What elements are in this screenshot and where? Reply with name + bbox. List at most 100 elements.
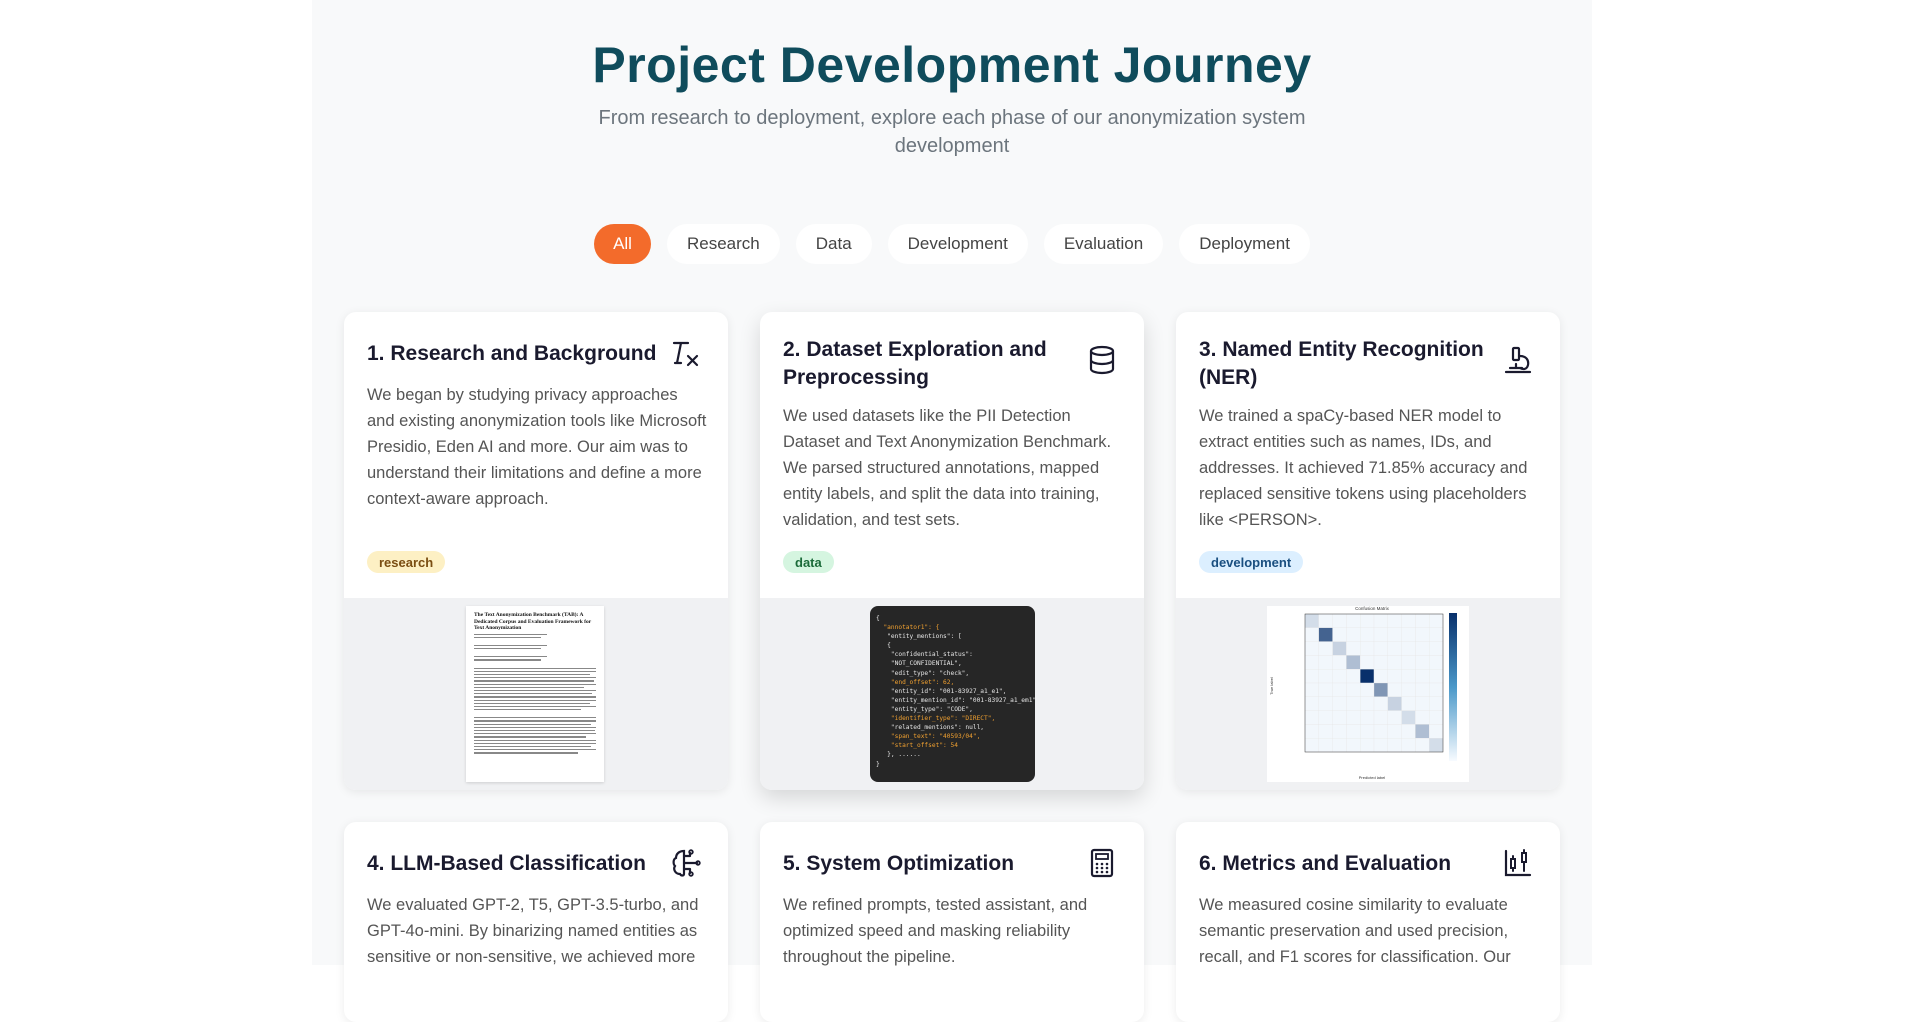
- code-line: "span_text": "40593/04",: [890, 733, 981, 741]
- tag-development[interactable]: development: [1199, 551, 1304, 573]
- paper-text-line: [474, 733, 596, 735]
- paper-text-line: [474, 723, 592, 725]
- matrix-cell: [1373, 641, 1388, 656]
- matrix-cell: [1332, 682, 1347, 697]
- matrix-cell: [1304, 613, 1319, 628]
- matrix-cell: [1360, 682, 1375, 697]
- code-line: "start_offset": 54: [890, 742, 958, 750]
- tag-research[interactable]: research: [367, 551, 446, 573]
- paper-text-line: [474, 726, 596, 728]
- matrix-cell: [1401, 682, 1416, 697]
- code-line: "entity_type": "CODE",: [890, 705, 973, 713]
- matrix-cell: [1429, 627, 1444, 642]
- matrix-cell: [1304, 724, 1319, 739]
- matrix-cell: [1415, 738, 1430, 753]
- matrix-title: Confusion Matrix: [1355, 606, 1390, 611]
- card-metrics-evaluation[interactable]: 6. Metrics and Evaluation We measured co…: [1176, 822, 1560, 1022]
- matrix-cell: [1373, 669, 1388, 684]
- paper-text-line: [474, 677, 596, 679]
- card-research-background[interactable]: 1. Research and Background We began by s…: [344, 312, 728, 790]
- matrix-cell: [1373, 710, 1388, 725]
- calculator-icon: [1090, 848, 1114, 878]
- paper-text-line: [474, 720, 596, 722]
- filter-evaluation[interactable]: Evaluation: [1043, 224, 1164, 264]
- filter-research[interactable]: Research: [666, 224, 780, 264]
- matrix-cell: [1401, 724, 1416, 739]
- matrix-cell: [1401, 738, 1416, 753]
- matrix-cell: [1332, 724, 1347, 739]
- card-dataset-exploration[interactable]: 2. Dataset Exploration and Preprocessing…: [760, 312, 1144, 790]
- code-line: {: [876, 615, 880, 622]
- card-description: We began by studying privacy approaches …: [367, 386, 707, 508]
- journey-section: Project Development Journey From researc…: [312, 0, 1592, 1022]
- paper-text-line: [474, 709, 582, 711]
- matrix-cell: [1360, 655, 1375, 670]
- tag-data[interactable]: data: [783, 551, 834, 573]
- colorbar: [1449, 613, 1457, 761]
- matrix-cell: [1304, 627, 1319, 642]
- matrix-cells: [1304, 613, 1444, 753]
- paper-text-line: [474, 683, 596, 685]
- matrix-cell: [1318, 696, 1333, 711]
- matrix-cell: [1373, 696, 1388, 711]
- matrix-cell: [1415, 682, 1430, 697]
- matrix-cell: [1387, 682, 1402, 697]
- matrix-xlabel: Predicted label: [1359, 775, 1386, 780]
- paper-text-line: [474, 670, 596, 672]
- matrix-cell: [1346, 682, 1361, 697]
- matrix-cell: [1387, 724, 1402, 739]
- paper-text-line: [474, 680, 594, 682]
- matrix-cell: [1346, 613, 1361, 628]
- matrix-cell: [1346, 710, 1361, 725]
- card-description: We evaluated GPT-2, T5, GPT-3.5-turbo, a…: [367, 896, 699, 966]
- code-line: "end_offset": 62,: [890, 678, 955, 686]
- card-title: 5. System Optimization: [783, 852, 1015, 875]
- matrix-cell: [1318, 738, 1333, 753]
- card-title: 2. Dataset Exploration and Preprocessing: [783, 338, 1047, 389]
- matrix-cell: [1387, 613, 1402, 628]
- paper-text-line: [474, 648, 542, 650]
- filter-data[interactable]: Data: [795, 224, 872, 264]
- matrix-cell: [1318, 710, 1333, 725]
- matrix-cell: [1429, 682, 1444, 697]
- filter-bar: All Research Data Development Evaluation…: [312, 224, 1592, 264]
- card-system-optimization[interactable]: 5. System Optimization We refined prompt…: [760, 822, 1144, 1022]
- matrix-cell: [1346, 738, 1361, 753]
- matrix-cell: [1373, 724, 1388, 739]
- paper-text-line: [474, 693, 593, 695]
- matrix-cell: [1332, 641, 1347, 656]
- matrix-cell: [1304, 696, 1319, 711]
- matrix-cell: [1429, 710, 1444, 725]
- code-line: }, ......: [887, 751, 921, 759]
- filter-all[interactable]: All: [594, 224, 651, 264]
- matrix-cell: [1318, 682, 1333, 697]
- paper-text-line: [474, 667, 596, 669]
- filter-deployment[interactable]: Deployment: [1179, 224, 1310, 264]
- card-description: We measured cosine similarity to evaluat…: [1199, 896, 1511, 966]
- code-line: "NOT_CONFIDENTIAL",: [890, 660, 962, 668]
- matrix-cell: [1360, 627, 1375, 642]
- microscope-icon: [1504, 346, 1532, 374]
- matrix-cell: [1332, 627, 1347, 642]
- card-llm-classification[interactable]: 4. LLM-Based Classification We evaluated…: [344, 822, 728, 1022]
- card-title: 6. Metrics and Evaluation: [1199, 852, 1452, 875]
- matrix-cell: [1373, 655, 1388, 670]
- card-ner[interactable]: 3. Named Entity Recognition (NER) We tra…: [1176, 312, 1560, 790]
- card-description: We trained a spaCy-based NER model to ex…: [1199, 407, 1528, 529]
- filter-development[interactable]: Development: [887, 224, 1028, 264]
- matrix-cell: [1429, 613, 1444, 628]
- code-line: }: [876, 760, 880, 768]
- matrix-cell: [1387, 710, 1402, 725]
- paper-text-line: [474, 742, 596, 744]
- matrix-cell: [1346, 669, 1361, 684]
- matrix-cell: [1387, 627, 1402, 642]
- paper-text-line: [474, 699, 596, 701]
- json-code-sample: { "annotator1": { "entity_mentions": [ {…: [870, 606, 1035, 782]
- matrix-cell: [1346, 655, 1361, 670]
- matrix-cell: [1332, 710, 1347, 725]
- matrix-cell: [1318, 641, 1333, 656]
- paper-text-line: [474, 633, 548, 635]
- matrix-cell: [1318, 627, 1333, 642]
- matrix-cell: [1332, 738, 1347, 753]
- card-preview: { "annotator1": { "entity_mentions": [ {…: [760, 598, 1144, 790]
